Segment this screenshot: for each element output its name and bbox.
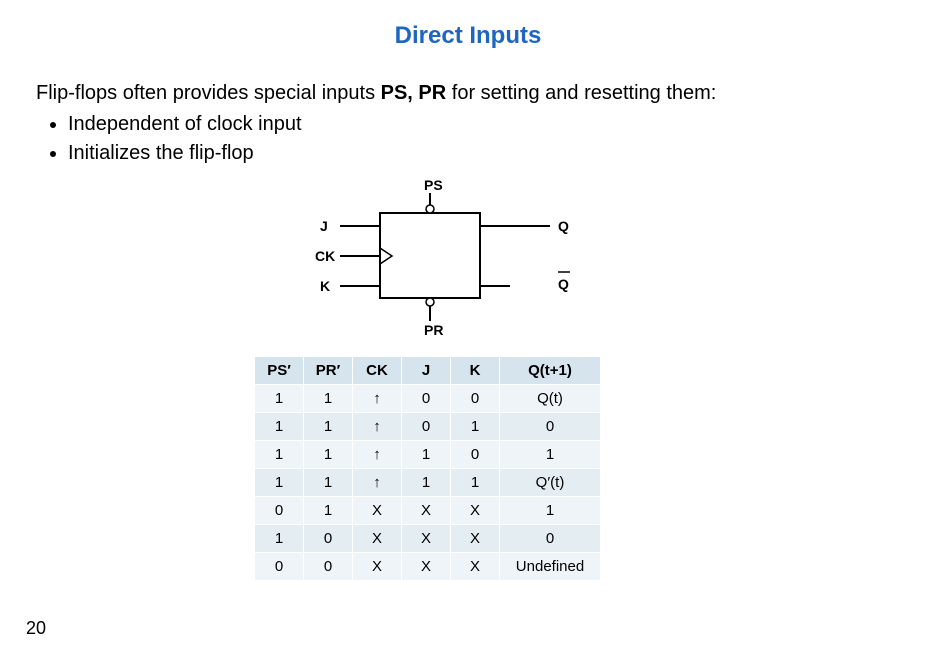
flip-flop-diagram: PS PR J CK K Q Q [300, 178, 600, 338]
lead-text-strong: PS, PR [381, 82, 447, 104]
table-header: CK [353, 357, 402, 385]
table-cell: 0 [500, 413, 601, 441]
table-cell: 1 [255, 469, 304, 497]
label-j: J [320, 218, 328, 234]
table-cell: 1 [304, 385, 353, 413]
table-cell: X [353, 553, 402, 581]
table-row: 10XXX0 [255, 525, 601, 553]
body-text-block: Flip-flops often provides special inputs… [36, 80, 906, 169]
table-cell: 1 [255, 441, 304, 469]
slide-title: Direct Inputs [0, 0, 936, 50]
bullet-list: Independent of clock input Initializes t… [68, 111, 906, 167]
table-cell: ↑ [353, 413, 402, 441]
table-cell: ↑ [353, 441, 402, 469]
table-header: Q(t+1) [500, 357, 601, 385]
table-row: 11↑11Q′(t) [255, 469, 601, 497]
label-ps: PS [424, 178, 443, 193]
table-cell: 1 [255, 413, 304, 441]
label-k: K [320, 278, 330, 294]
table-cell: X [353, 497, 402, 525]
table-cell: 1 [500, 497, 601, 525]
table-cell: X [353, 525, 402, 553]
table-cell: X [402, 497, 451, 525]
bullet-item: Initializes the flip-flop [68, 140, 906, 167]
table-row: 11↑101 [255, 441, 601, 469]
table-cell: 1 [402, 441, 451, 469]
table-cell: 1 [451, 413, 500, 441]
label-q: Q [558, 218, 569, 234]
table-cell: 1 [255, 385, 304, 413]
truth-table: PS′ PR′ CK J K Q(t+1) 11↑00Q(t)11↑01011↑… [254, 356, 601, 581]
table-cell: 1 [304, 497, 353, 525]
table-cell: 0 [402, 385, 451, 413]
lead-sentence: Flip-flops often provides special inputs… [36, 80, 906, 107]
table-cell: 1 [304, 413, 353, 441]
table-cell: 1 [304, 469, 353, 497]
table-cell: ↑ [353, 385, 402, 413]
table-cell: 0 [255, 553, 304, 581]
table-cell: 0 [304, 525, 353, 553]
table-cell: X [451, 525, 500, 553]
table-cell: ↑ [353, 469, 402, 497]
table-cell: X [402, 553, 451, 581]
table-cell: X [402, 525, 451, 553]
table-cell: 0 [451, 441, 500, 469]
table-cell: Q′(t) [500, 469, 601, 497]
label-ck: CK [315, 248, 335, 264]
table-cell: 0 [304, 553, 353, 581]
table-cell: 0 [451, 385, 500, 413]
table-cell: 1 [500, 441, 601, 469]
table-cell: Q(t) [500, 385, 601, 413]
table-header: PS′ [255, 357, 304, 385]
table-header: K [451, 357, 500, 385]
table-header: PR′ [304, 357, 353, 385]
bullet-item: Independent of clock input [68, 111, 906, 138]
table-cell: X [451, 497, 500, 525]
table-cell: X [451, 553, 500, 581]
table-row: 11↑00Q(t) [255, 385, 601, 413]
table-cell: 1 [402, 469, 451, 497]
table-cell: Undefined [500, 553, 601, 581]
label-qbar: Q [558, 276, 569, 292]
table-header: J [402, 357, 451, 385]
table-cell: 0 [402, 413, 451, 441]
table-cell: 1 [255, 525, 304, 553]
page-number: 20 [26, 618, 46, 639]
table-header-row: PS′ PR′ CK J K Q(t+1) [255, 357, 601, 385]
table-row: 11↑010 [255, 413, 601, 441]
table-row: 00XXXUndefined [255, 553, 601, 581]
table-cell: 0 [500, 525, 601, 553]
table-cell: 0 [255, 497, 304, 525]
lead-text-pre: Flip-flops often provides special inputs [36, 82, 381, 104]
table-cell: 1 [304, 441, 353, 469]
label-pr: PR [424, 322, 443, 338]
table-cell: 1 [451, 469, 500, 497]
lead-text-post: for setting and resetting them: [446, 82, 716, 104]
table-row: 01XXX1 [255, 497, 601, 525]
